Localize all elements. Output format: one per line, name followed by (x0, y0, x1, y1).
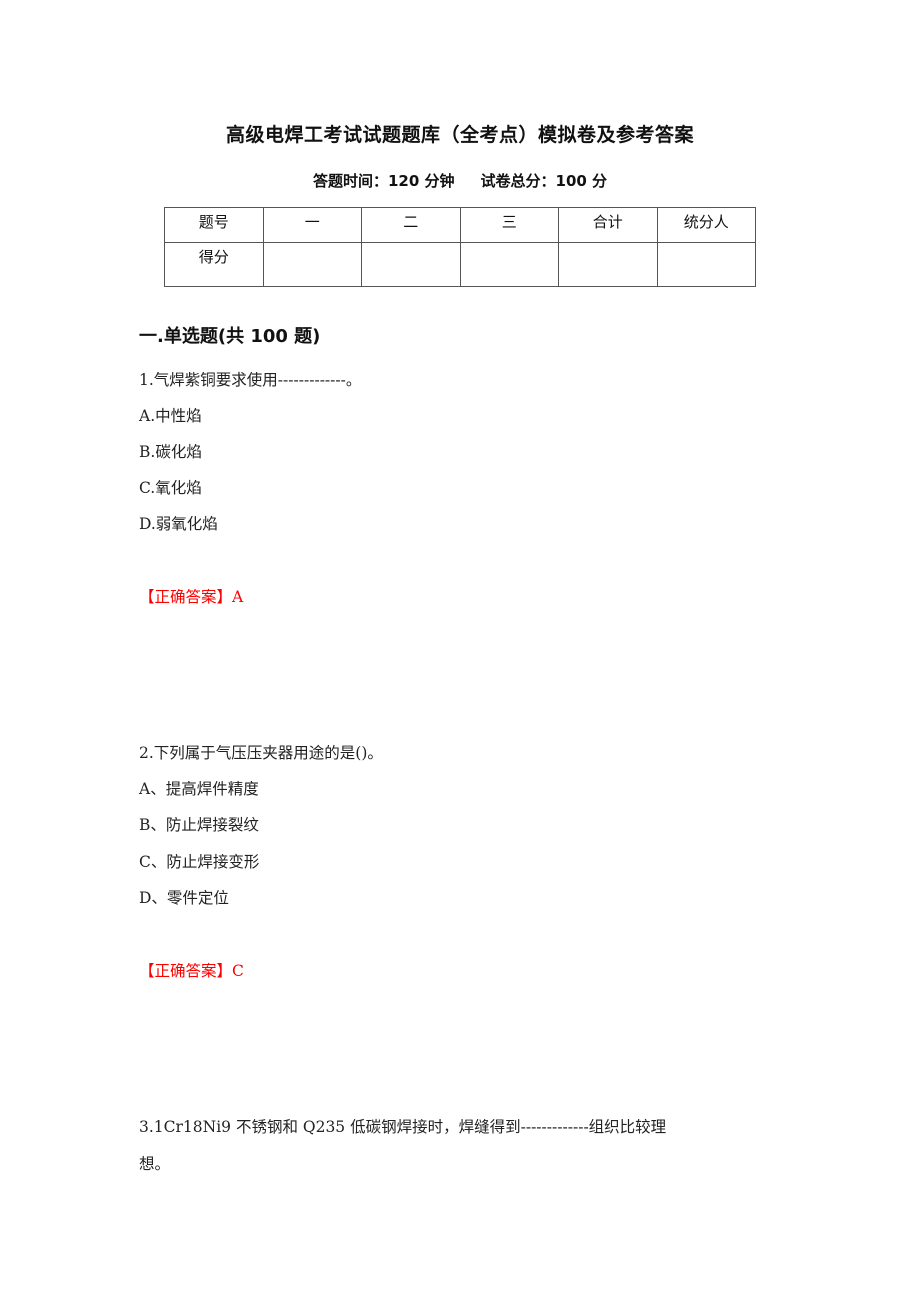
table-cell (459, 242, 559, 287)
exam-time: 答题时间：120 分钟 (312, 172, 455, 190)
question-1-option-d: D.弱氧化焰 (139, 515, 218, 533)
table-cell: 题号 (164, 207, 264, 243)
exam-info: 答题时间：120 分钟 试卷总分：100 分 (0, 170, 920, 191)
table-cell (656, 242, 756, 287)
score-table-score-row: 得分 (164, 242, 756, 287)
question-2-option-d: D、零件定位 (139, 889, 229, 907)
question-2-option-c: C、防止焊接变形 (139, 853, 260, 871)
page-title: 高级电焊工考试试题题库（全考点）模拟卷及参考答案 (225, 124, 694, 146)
table-cell (262, 242, 362, 287)
question-3-stem-line-2: 想。 (139, 1155, 171, 1173)
question-2-option-a: A、提高焊件精度 (139, 780, 259, 798)
table-cell (361, 242, 461, 287)
question-1-option-a: A.中性焰 (139, 407, 202, 425)
total-score: 试卷总分：100 分 (480, 172, 608, 190)
question-2-option-b: B、防止焊接裂纹 (139, 816, 259, 834)
table-cell: 统分人 (656, 207, 756, 243)
question-1-option-c: C.氧化焰 (139, 479, 202, 497)
question-2-stem: 2.下列属于气压压夹器用途的是()。 (139, 744, 383, 762)
question-2-answer: 【正确答案】C (139, 962, 244, 980)
table-cell: 二 (361, 207, 461, 243)
question-1-answer: 【正确答案】A (139, 588, 244, 606)
score-table-header-row: 题号 一 二 三 合计 统分人 (164, 207, 756, 243)
table-cell: 一 (262, 207, 362, 243)
table-cell: 合计 (558, 207, 658, 243)
table-cell: 三 (459, 207, 559, 243)
question-1-option-b: B.碳化焰 (139, 443, 202, 461)
table-cell: 得分 (164, 242, 264, 287)
question-1-stem: 1.气焊紫铜要求使用-------------。 (139, 371, 362, 389)
section-heading: 一.单选题(共 100 题) (139, 326, 321, 347)
table-cell (558, 242, 658, 287)
score-table: 题号 一 二 三 合计 统分人 得分 (164, 207, 756, 287)
question-3-stem-line-1: 3.1Cr18Ni9 不锈钢和 Q235 低碳钢焊接时，焊缝得到--------… (139, 1118, 667, 1136)
